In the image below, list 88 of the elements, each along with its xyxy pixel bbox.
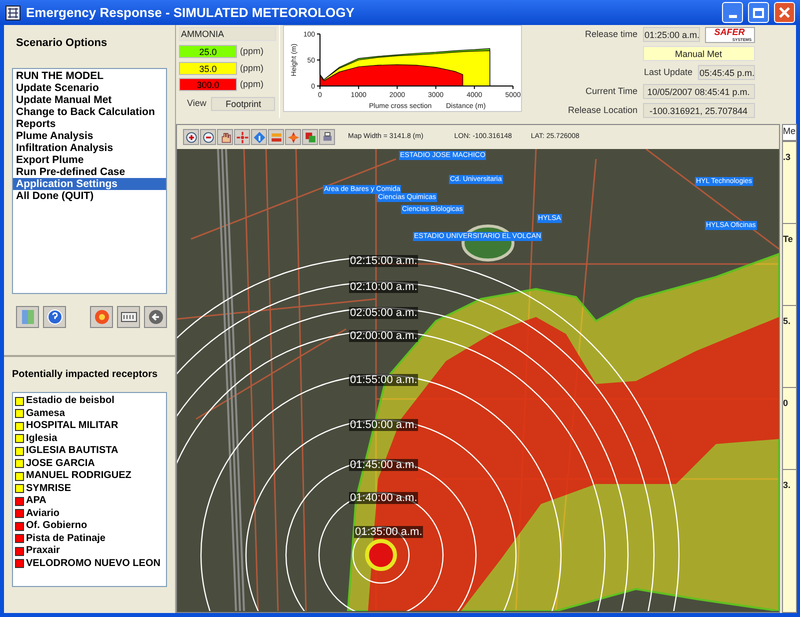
time-ring-label: 02:15:00 a.m.: [349, 255, 418, 267]
value-field: 01:25:00 a.m.: [642, 27, 700, 42]
logo-text: SAFER: [714, 28, 745, 36]
toolbar-button[interactable]: [117, 306, 140, 328]
counter-icon: [120, 312, 136, 322]
chemical-name: AMMONIA: [179, 27, 276, 41]
receptor-name[interactable]: MANUEL RODRIGUEZ: [26, 470, 132, 482]
receptor-name[interactable]: Aviario: [26, 508, 60, 520]
receptor-name[interactable]: Of. Gobierno: [26, 520, 88, 532]
receptor-name[interactable]: Pista de Patinaje: [26, 532, 106, 545]
close-icon: [779, 7, 790, 18]
receptor-name[interactable]: SYMRISE: [26, 482, 72, 495]
info-icon: [252, 130, 266, 144]
value-field: 10/05/2007 08:45:41 p.m.: [642, 84, 755, 99]
level-field: 300.0: [179, 78, 237, 92]
status-field: Manual Met: [642, 46, 755, 61]
menu-item[interactable]: Run Pre-defined Case: [13, 166, 166, 178]
view-field[interactable]: Footprint: [211, 96, 276, 110]
help-icon: [46, 308, 62, 324]
map-tool-button[interactable]: [183, 129, 199, 145]
receptor-name[interactable]: HOSPITAL MILITAR: [26, 420, 118, 432]
level-field: 25.0: [179, 45, 237, 58]
level-field: 35.0: [179, 62, 237, 75]
unit-label: (ppm): [240, 78, 264, 91]
menu-item[interactable]: Reports: [13, 118, 166, 130]
side-panel-value: Te: [783, 234, 793, 244]
menu-item[interactable]: Update Manual Met: [13, 94, 166, 106]
time-ring-label: 01:50:00 a.m.: [349, 419, 418, 431]
time-ring-label: 02:05:00 a.m.: [349, 307, 418, 319]
book-icon: [20, 308, 34, 324]
back-button[interactable]: [144, 306, 167, 328]
time-ring-label: 01:55:00 a.m.: [349, 374, 418, 386]
layers-icon: [270, 130, 282, 144]
receptor-name[interactable]: JOSE GARCIA: [26, 458, 95, 470]
menu-item[interactable]: Plume Analysis: [13, 130, 166, 142]
zoom-in-icon: [184, 130, 198, 144]
menu-item[interactable]: Application Settings: [13, 178, 166, 190]
receptor-name[interactable]: Gamesa: [26, 408, 65, 420]
printer-icon: [320, 130, 334, 144]
panel-title: Scenario Options: [16, 36, 108, 51]
field-label: Release time: [584, 28, 638, 41]
minimize-button[interactable]: [722, 2, 743, 23]
squares-icon: [304, 130, 316, 144]
maximize-button[interactable]: [748, 2, 769, 23]
receptor-name[interactable]: VELODROMO NUEVO LEON: [26, 558, 160, 570]
time-ring-label: 01:45:00 a.m.: [349, 459, 418, 471]
crosshair-icon: [236, 130, 248, 144]
menu-item[interactable]: Update Scenario: [13, 82, 166, 94]
receptor-name[interactable]: APA: [26, 495, 46, 508]
side-panel-value: 5.: [783, 316, 791, 326]
window-title: Emergency Response - SIMULATED METEOROLOGY: [26, 4, 356, 22]
toolbar-button[interactable]: [90, 306, 113, 328]
time-ring-label: 02:00:00 a.m.: [349, 330, 418, 342]
receptor-name[interactable]: Praxair: [26, 545, 60, 558]
time-ring-label: 01:40:00 a.m.: [349, 492, 418, 504]
time-ring-label: 01:35:00 a.m.: [354, 526, 424, 538]
map-tool-button[interactable]: [200, 129, 216, 145]
close-button[interactable]: [774, 2, 795, 23]
side-panel-value: .3: [783, 152, 791, 162]
side-panel-value: 3.: [783, 480, 791, 490]
menu-item[interactable]: Infiltration Analysis: [13, 142, 166, 154]
side-panel-value: 0: [783, 398, 788, 408]
field-label: Current Time: [586, 84, 638, 98]
value-field: 05:45:45 p.m.: [698, 65, 755, 80]
panel-title: Potentially impacted receptors: [12, 368, 159, 382]
receptor-name[interactable]: Iglesia: [26, 432, 58, 445]
menu-item[interactable]: All Done (QUIT): [13, 190, 166, 202]
time-ring-label: 02:10:00 a.m.: [349, 281, 418, 293]
side-panel-header: Me: [783, 125, 796, 141]
menu-item[interactable]: Change to Back Calculation: [13, 106, 166, 118]
map-tool-button[interactable]: [319, 129, 335, 145]
receptor-name[interactable]: Estadio de beisbol: [26, 395, 114, 408]
unit-label: (ppm): [240, 62, 264, 75]
target-icon: [94, 308, 110, 324]
view-label: View: [187, 96, 206, 110]
receptor-name[interactable]: IGLESIA BAUTISTA: [26, 445, 118, 458]
map-tool-button[interactable]: [217, 129, 233, 145]
zoom-out-icon: [202, 130, 214, 144]
value-field: -100.316921, 25.707844: [642, 103, 755, 118]
app-icon: [5, 4, 21, 20]
help-button[interactable]: [43, 306, 66, 328]
star-icon: [286, 130, 300, 144]
menu-item[interactable]: RUN THE MODEL: [13, 70, 166, 82]
toolbar-button[interactable]: [16, 306, 39, 328]
menu-item[interactable]: Export Plume: [13, 154, 166, 166]
field-label: Last Update: [644, 66, 693, 79]
field-label: Release Location: [568, 104, 638, 117]
unit-label: (ppm): [240, 45, 264, 58]
